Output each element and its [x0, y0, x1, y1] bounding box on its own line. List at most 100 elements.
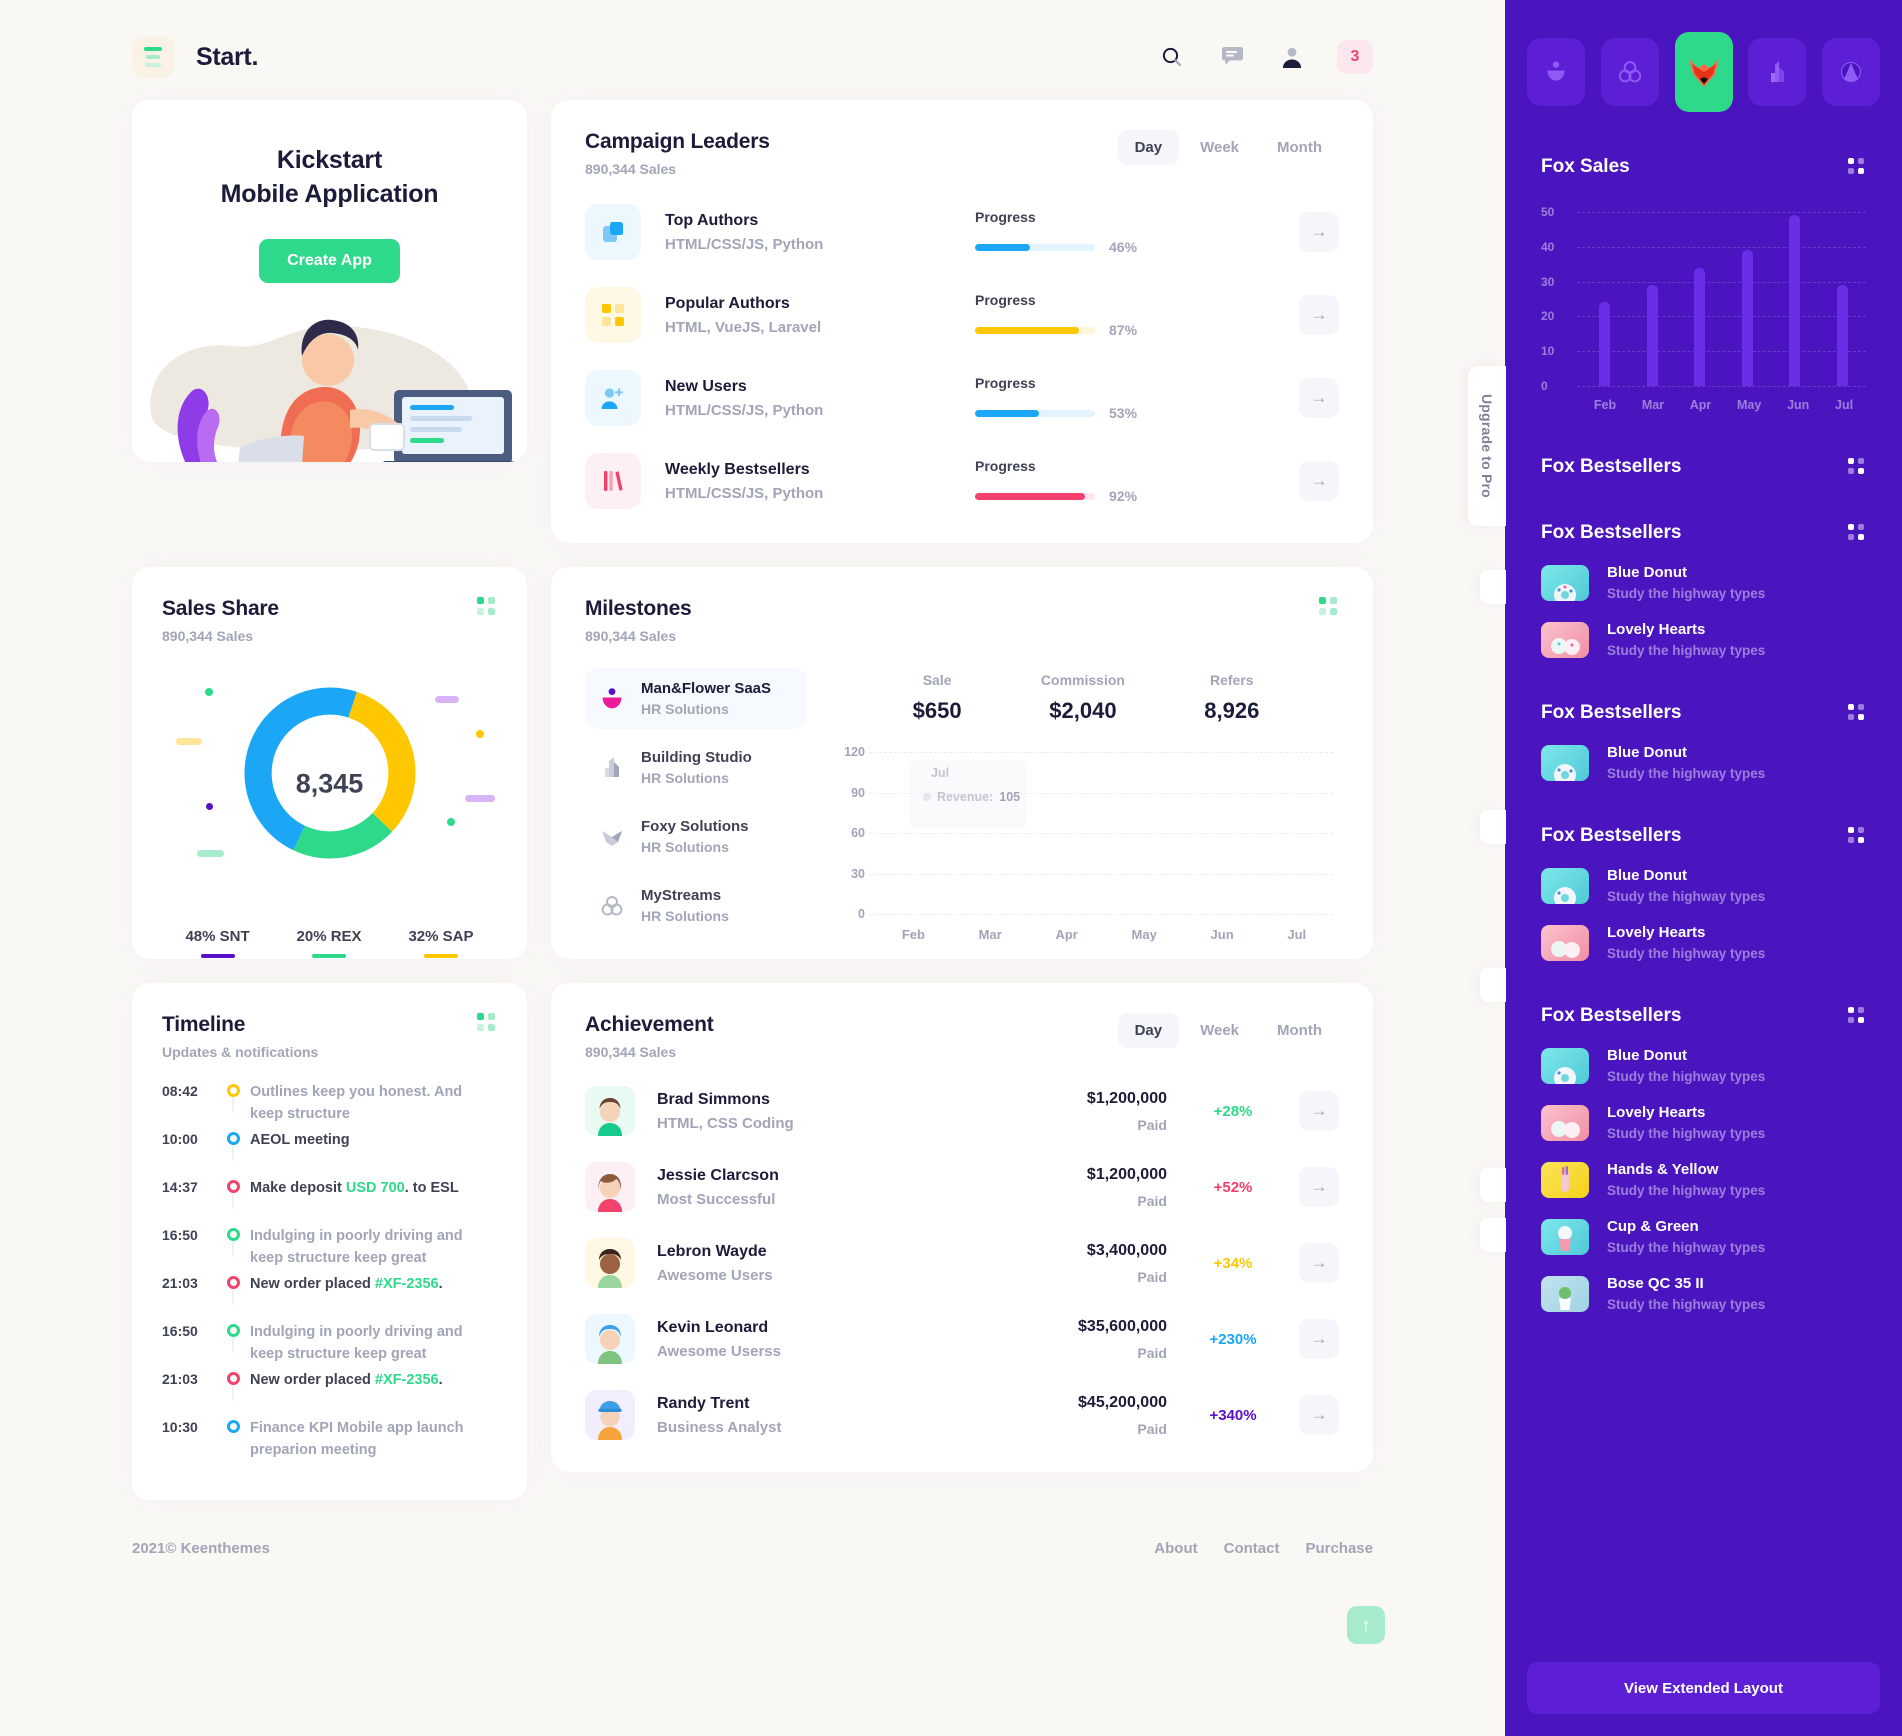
side-mini-tab[interactable] [1480, 968, 1506, 1002]
timeline-text: Outlines keep you honest. And keep struc… [250, 1084, 463, 1122]
row-1: Kickstart Mobile Application Create App [132, 100, 1373, 543]
bestseller-item[interactable]: Blue Donut Study the highway types [1541, 1047, 1866, 1084]
bestseller-item[interactable]: Bose QC 35 II Study the highway types [1541, 1275, 1866, 1312]
fox-chart-bars [1581, 212, 1866, 386]
brand[interactable]: Start. [132, 36, 258, 78]
footer-link-purchase[interactable]: Purchase [1305, 1540, 1373, 1557]
timeline-entry: 16:50 Indulging in poorly driving and ke… [162, 1226, 497, 1274]
campaign-subtitle: 890,344 Sales [585, 161, 677, 177]
bestsellers-menu-icon[interactable] [1848, 458, 1866, 476]
campaign-row-arrow-icon[interactable]: → [1299, 212, 1339, 252]
bestsellers-menu-icon[interactable] [1848, 827, 1866, 845]
progress-bar [975, 243, 1095, 251]
legend-label: 20% REX [296, 928, 362, 945]
bestseller-item[interactable]: Lovely Hearts Study the highway types [1541, 621, 1866, 658]
sales-donut-chart: 8,345 [162, 678, 497, 890]
tab-week[interactable]: Week [1183, 1013, 1256, 1048]
avatar [585, 1086, 635, 1136]
app-circles-icon[interactable] [1600, 38, 1659, 106]
campaign-row[interactable]: Popular Authors HTML, VueJS, Laravel Pro… [585, 287, 1339, 343]
campaign-row-arrow-icon[interactable]: → [1299, 295, 1339, 335]
bestseller-item[interactable]: Blue Donut Study the highway types [1541, 564, 1866, 601]
fox-sales-menu-icon[interactable] [1848, 158, 1866, 176]
milestone-company[interactable]: Foxy Solutions HR Solutions [585, 806, 807, 867]
milestone-company[interactable]: Man&Flower SaaS HR Solutions [585, 668, 807, 729]
campaign-tabs: Day Week Month [1117, 130, 1339, 165]
create-app-button[interactable]: Create App [259, 238, 400, 283]
achievement-amount-value: $1,200,000 [1086, 1165, 1167, 1183]
bestseller-item[interactable]: Lovely Hearts Study the highway types [1541, 924, 1866, 961]
bestsellers-header: Fox Bestsellers [1541, 522, 1866, 544]
app-arc-icon[interactable] [1822, 38, 1880, 106]
timeline-text-pre: Make deposit [250, 1180, 346, 1196]
sales-title: Sales Share [162, 597, 279, 620]
milestones-menu-icon[interactable] [1319, 597, 1339, 617]
bestsellers-menu-icon[interactable] [1848, 704, 1866, 722]
user-avatar-icon[interactable] [1277, 42, 1307, 72]
bestsellers-menu-icon[interactable] [1848, 524, 1866, 542]
milestones-title: Milestones [585, 597, 692, 620]
achievement-row-arrow-icon[interactable]: → [1299, 1243, 1339, 1283]
campaign-leaders-card: Campaign Leaders 890,344 Sales Day Week … [551, 100, 1373, 543]
legend-label: 48% SNT [185, 928, 250, 945]
tab-month[interactable]: Month [1260, 130, 1339, 165]
timeline-menu-icon[interactable] [477, 1013, 497, 1033]
side-mini-tab[interactable] [1480, 1168, 1506, 1202]
timeline-time: 16:50 [162, 1227, 198, 1243]
arrow-up-icon[interactable]: ↑ [1347, 1606, 1385, 1644]
tab-week[interactable]: Week [1183, 130, 1256, 165]
hero-line-1: Kickstart [276, 146, 383, 174]
view-extended-layout-button[interactable]: View Extended Layout [1527, 1662, 1880, 1714]
chat-bubble-icon[interactable] [1217, 42, 1247, 72]
achievement-row-arrow-icon[interactable]: → [1299, 1091, 1339, 1131]
achievement-row[interactable]: Lebron Wayde Awesome Users $3,400,000 Pa… [585, 1238, 1339, 1288]
achievement-paid-label: Paid [1137, 1420, 1167, 1437]
milestone-company[interactable]: Building Studio HR Solutions [585, 737, 807, 798]
achievement-subtitle: 890,344 Sales [585, 1044, 677, 1060]
achievement-row-arrow-icon[interactable]: → [1299, 1395, 1339, 1435]
app-flower-icon[interactable] [1527, 38, 1585, 106]
achievement-row[interactable]: Jessie Clarcson Most Successful $1,200,0… [585, 1162, 1339, 1212]
timeline-time: 21:03 [162, 1275, 198, 1291]
progress-bar [975, 326, 1095, 334]
achievement-row[interactable]: Brad Simmons HTML, CSS Coding $1,200,000… [585, 1086, 1339, 1136]
achievement-row[interactable]: Randy Trent Business Analyst $45,200,000… [585, 1390, 1339, 1440]
achievement-amount-value: $3,400,000 [1086, 1241, 1167, 1259]
bestseller-item[interactable]: Blue Donut Study the highway types [1541, 744, 1866, 781]
side-mini-tab[interactable] [1480, 1218, 1506, 1252]
campaign-row[interactable]: New Users HTML/CSS/JS, Python Progress 5… [585, 370, 1339, 426]
tab-day[interactable]: Day [1117, 1013, 1180, 1048]
tab-month[interactable]: Month [1260, 1013, 1339, 1048]
grid-squares-icon [585, 287, 641, 343]
bestsellers-menu-icon[interactable] [1848, 1007, 1866, 1025]
bestseller-desc: Study the highway types [1607, 889, 1766, 904]
notification-badge[interactable]: 3 [1337, 40, 1373, 74]
tab-day[interactable]: Day [1117, 130, 1180, 165]
achievement-row-arrow-icon[interactable]: → [1299, 1167, 1339, 1207]
side-mini-tab[interactable] [1480, 810, 1506, 844]
bestseller-item[interactable]: Blue Donut Study the highway types [1541, 867, 1866, 904]
app-fox-icon[interactable] [1674, 32, 1733, 112]
progress-label: Progress [975, 292, 1036, 308]
sales-menu-icon[interactable] [477, 597, 497, 617]
achievement-role: Awesome Userss [657, 1342, 781, 1360]
footer-link-about[interactable]: About [1154, 1540, 1197, 1557]
side-mini-tab[interactable] [1480, 570, 1506, 604]
campaign-row-arrow-icon[interactable]: → [1299, 378, 1339, 418]
campaign-row-arrow-icon[interactable]: → [1299, 461, 1339, 501]
search-icon[interactable] [1157, 42, 1187, 72]
bestseller-item[interactable]: Cup & Green Study the highway types [1541, 1218, 1866, 1255]
campaign-row[interactable]: Weekly Bestsellers HTML/CSS/JS, Python P… [585, 453, 1339, 509]
bestseller-item[interactable]: Hands & Yellow Study the highway types [1541, 1161, 1866, 1198]
milestone-company[interactable]: MyStreams HR Solutions [585, 875, 807, 936]
campaign-row[interactable]: Top Authors HTML/CSS/JS, Python Progress… [585, 204, 1339, 260]
footer-link-contact[interactable]: Contact [1224, 1540, 1280, 1557]
upgrade-to-pro-tab[interactable]: Upgrade to Pro [1468, 366, 1506, 526]
legend-swatch [200, 954, 235, 958]
achievement-row[interactable]: Kevin Leonard Awesome Userss $35,600,000… [585, 1314, 1339, 1364]
app-building-icon[interactable] [1748, 38, 1807, 106]
bestseller-item[interactable]: Lovely Hearts Study the highway types [1541, 1104, 1866, 1141]
bestseller-name: Hands & Yellow [1607, 1161, 1719, 1178]
progress-label: Progress [975, 375, 1036, 391]
achievement-row-arrow-icon[interactable]: → [1299, 1319, 1339, 1359]
